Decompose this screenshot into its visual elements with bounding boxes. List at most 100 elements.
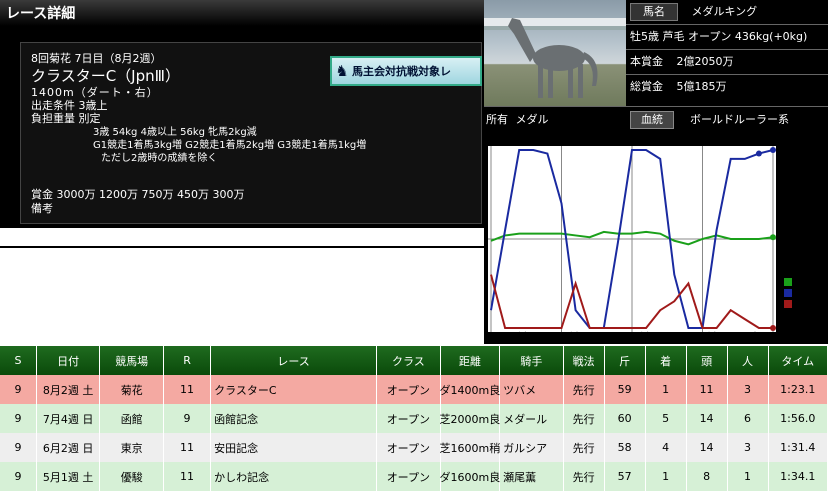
chart-tick-label: 5週前 (687, 330, 718, 344)
chart-tick-label: 20週前 (491, 330, 528, 344)
table-row[interactable]: 9 7月4週 日函館 9 函館記念 オープン 芝2000m良 メダール 先行 60 5 14 6 1:5… (0, 404, 828, 433)
column-header: 騎手 (500, 346, 564, 375)
table-cell: オープン (377, 462, 441, 491)
table-cell: 14 (687, 404, 728, 433)
chart-point (755, 150, 762, 157)
race-notes: 備考 (31, 202, 53, 215)
condition-chart: 20週前 15週前 10週前 5週前 本日 体重 調子 疲労 (484, 132, 828, 345)
table-row[interactable]: 9 6月2週 日東京 11 安田記念 オープン 芝1600m稍 ガルシア 先行 58 4 14 3 1:… (0, 433, 828, 462)
table-cell: 函館 (100, 404, 164, 433)
horse-prize: 2億2050万 (676, 55, 734, 68)
horse-prize-label: 本賞金 (630, 55, 663, 68)
table-cell: 9 (164, 404, 212, 433)
table-cell: 函館記念 (211, 404, 378, 433)
table-cell: 8 (687, 462, 728, 491)
horse-profile-row: 牡5歳 芦毛 オープン 436kg(+0kg) (626, 25, 828, 50)
table-header-row: S 日付 競馬場 R レース クラス 距離 騎手 戦法斤着頭人タイム (0, 346, 828, 375)
race-prize: 賞金 3000万 1200万 750万 450万 300万 (31, 188, 245, 201)
table-cell: 57 (605, 462, 646, 491)
table-cell: 1:31.4 (769, 433, 828, 462)
column-header: S (0, 346, 37, 375)
table-cell: 9 (0, 404, 37, 433)
column-header: クラス (377, 346, 441, 375)
chart-tick-label: 15週前 (543, 330, 580, 344)
table-cell: 優駿 (100, 462, 164, 491)
table-cell: 11 (164, 433, 212, 462)
table-cell: ダ1600m良 (440, 462, 500, 491)
table-cell: 9 (0, 433, 37, 462)
table-cell: ガルシア (500, 433, 564, 462)
table-cell: 先行 (564, 433, 605, 462)
chart-point (770, 147, 776, 153)
race-meeting: 8回菊花 7日目（8月2週） (31, 52, 162, 65)
table-cell: 5月1週 土 (37, 462, 101, 491)
horse-image (484, 18, 626, 98)
divider (0, 246, 484, 248)
table-row[interactable]: 9 5月1週 土優駿 11 かしわ記念 オープン ダ1600m良 瀬尾薫 先行 57 1 8 1 1:3… (0, 462, 828, 491)
table-cell: 1 (646, 462, 687, 491)
table-cell: 3 (728, 433, 769, 462)
table-cell: オープン (377, 375, 441, 404)
table-cell: 9 (0, 375, 37, 404)
table-cell: 1 (728, 462, 769, 491)
bloodline-button[interactable]: 血統 (630, 111, 674, 129)
chart-point (770, 234, 776, 241)
owner-row: 所有 メダル 血統 ボールドルーラー系 (484, 106, 828, 133)
table-cell: 59 (605, 375, 646, 404)
owner-name: メダル (515, 113, 549, 126)
table-row[interactable]: 9 8月2週 土菊花 11 クラスターC オープン ダ1400m良 ツバメ 先行 59 1 11 3 1… (0, 375, 828, 404)
table-cell: 6月2週 日 (37, 433, 101, 462)
horse-info-panel: 馬名 メダルキング 牡5歳 芦毛 オープン 436kg(+0kg) 本賞金 2億… (626, 0, 828, 106)
table-cell: 60 (605, 404, 646, 433)
table-cell: 芝1600m稍 (440, 433, 500, 462)
horse-name-row: 馬名 メダルキング (626, 0, 828, 25)
chart-tick-label: 10週前 (613, 330, 650, 344)
column-header: 競馬場 (100, 346, 164, 375)
table-cell: 瀬尾薫 (500, 462, 564, 491)
table-cell: 芝2000m良 (440, 404, 500, 433)
race-weight-line: G1競走1着馬3kg増 G2競走1着馬2kg増 G3競走1着馬1kg増 (93, 140, 367, 151)
column-header: 日付 (37, 346, 101, 375)
table-cell: 11 (687, 375, 728, 404)
horse-name: メダルキング (691, 5, 758, 18)
column-header: 斤 (605, 346, 646, 375)
owner-event-banner[interactable]: ♞ 馬主会対抗戦対象レ (330, 56, 482, 86)
horse-prize-row: 本賞金 2億2050万 (626, 50, 828, 75)
table-cell: 14 (687, 433, 728, 462)
horse-total-label: 総賞金 (630, 80, 663, 93)
table-cell: 1 (646, 375, 687, 404)
table-cell: 7月4週 日 (37, 404, 101, 433)
owner-banner-label: 馬主会対抗戦対象レ (352, 65, 451, 78)
race-weight-rule: 負担重量 別定 (31, 112, 101, 125)
column-header: 頭 (687, 346, 728, 375)
horse-portrait (484, 0, 626, 106)
table-cell: 安田記念 (211, 433, 378, 462)
column-header: 人 (728, 346, 769, 375)
table-cell: オープン (377, 433, 441, 462)
horse-total-row: 総賞金 5億185万 (626, 75, 828, 100)
column-header: 戦法 (564, 346, 605, 375)
table-cell: クラスターC (211, 375, 378, 404)
table-cell: 1:56.0 (769, 404, 828, 433)
table-cell: ツバメ (500, 375, 564, 404)
table-cell: 8月2週 土 (37, 375, 101, 404)
race-weight-line: ただし2歳時の成績を除く (101, 153, 218, 164)
race-distance: 1400m（ダート・右） (31, 86, 159, 99)
race-condition: 出走条件 3歳上 (31, 99, 108, 112)
table-cell: 11 (164, 462, 212, 491)
horse-total: 5億185万 (676, 80, 727, 93)
column-header: 距離 (441, 346, 501, 375)
owner-label: 所有 (486, 113, 508, 126)
table-cell: 1:34.1 (769, 462, 828, 491)
table-cell: かしわ記念 (211, 462, 378, 491)
table-cell: 58 (605, 433, 646, 462)
table-cell: オープン (377, 404, 441, 433)
chart-legend (780, 272, 828, 314)
table-cell: 1:23.1 (769, 375, 828, 404)
horse-name-label: 馬名 (630, 3, 678, 21)
horse-rider-icon: ♞ (335, 62, 349, 80)
condition-chart-svg: 20週前 15週前 10週前 5週前 本日体重調子疲労 (488, 146, 828, 345)
table-cell: 9 (0, 462, 37, 491)
horse-profile: 牡5歳 芦毛 オープン 436kg(+0kg) (630, 30, 808, 43)
column-header: レース (211, 346, 378, 375)
